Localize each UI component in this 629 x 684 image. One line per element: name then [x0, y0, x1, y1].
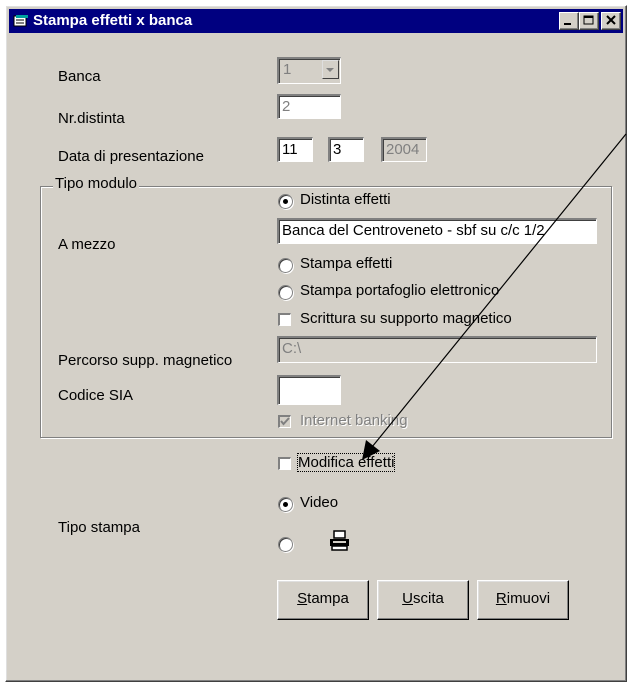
- annotation-arrow: [362, 133, 627, 460]
